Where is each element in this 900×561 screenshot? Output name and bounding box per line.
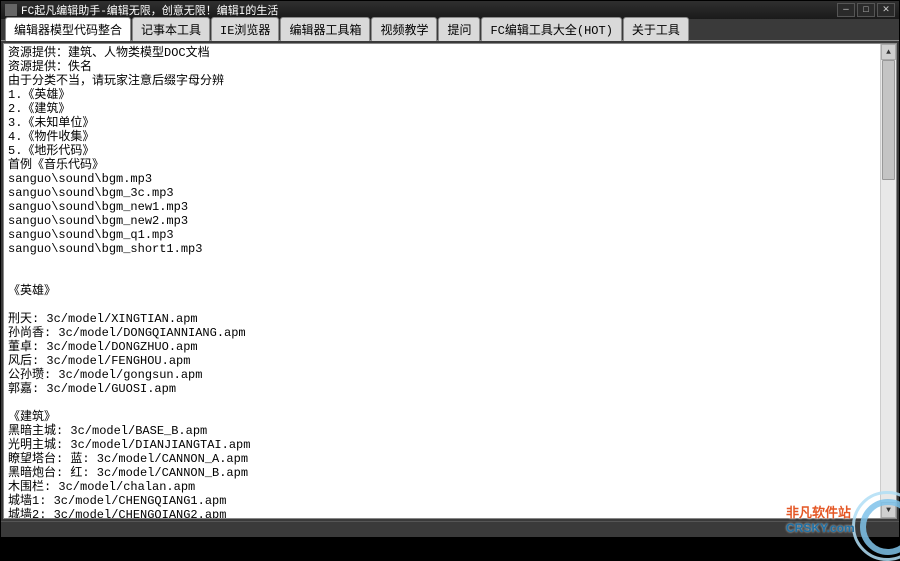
tab-ie-browser[interactable]: IE浏览器 [211, 17, 279, 41]
maximize-button[interactable]: □ [857, 3, 875, 17]
vertical-scrollbar[interactable]: ▲ ▼ [880, 44, 896, 518]
tab-notepad[interactable]: 记事本工具 [132, 17, 210, 41]
tab-editor-toolbox[interactable]: 编辑器工具箱 [280, 17, 370, 41]
scroll-up-button[interactable]: ▲ [881, 44, 896, 60]
tab-ask[interactable]: 提问 [438, 17, 480, 41]
close-button[interactable]: ✕ [877, 3, 895, 17]
window-controls: ─ □ ✕ [837, 3, 895, 17]
tab-model-code[interactable]: 编辑器模型代码整合 [5, 17, 131, 41]
document-viewport[interactable]: 资源提供：建筑、人物类模型DOC文档 资源提供：佚名 由于分类不当，请玩家注意后… [4, 44, 880, 518]
document-text: 资源提供：建筑、人物类模型DOC文档 资源提供：佚名 由于分类不当，请玩家注意后… [4, 44, 880, 518]
minimize-button[interactable]: ─ [837, 3, 855, 17]
tab-video-tutorial[interactable]: 视频教学 [371, 17, 437, 41]
tab-about[interactable]: 关于工具 [623, 17, 689, 41]
scroll-thumb[interactable] [882, 60, 895, 180]
app-window: FC起凡编辑助手-编辑无限，创意无限！编辑I的生活 ─ □ ✕ 编辑器模型代码整… [1, 1, 899, 537]
tab-strip: 编辑器模型代码整合 记事本工具 IE浏览器 编辑器工具箱 视频教学 提问 FC编… [1, 19, 899, 41]
tab-fc-tools-hot[interactable]: FC编辑工具大全(HOT) [481, 17, 621, 41]
content-area: 资源提供：建筑、人物类模型DOC文档 资源提供：佚名 由于分类不当，请玩家注意后… [1, 41, 899, 521]
document-panel: 资源提供：建筑、人物类模型DOC文档 资源提供：佚名 由于分类不当，请玩家注意后… [3, 43, 897, 519]
status-bar [1, 521, 899, 537]
scroll-down-button[interactable]: ▼ [881, 502, 896, 518]
app-icon [5, 4, 17, 16]
window-title: FC起凡编辑助手-编辑无限，创意无限！编辑I的生活 [21, 2, 837, 18]
